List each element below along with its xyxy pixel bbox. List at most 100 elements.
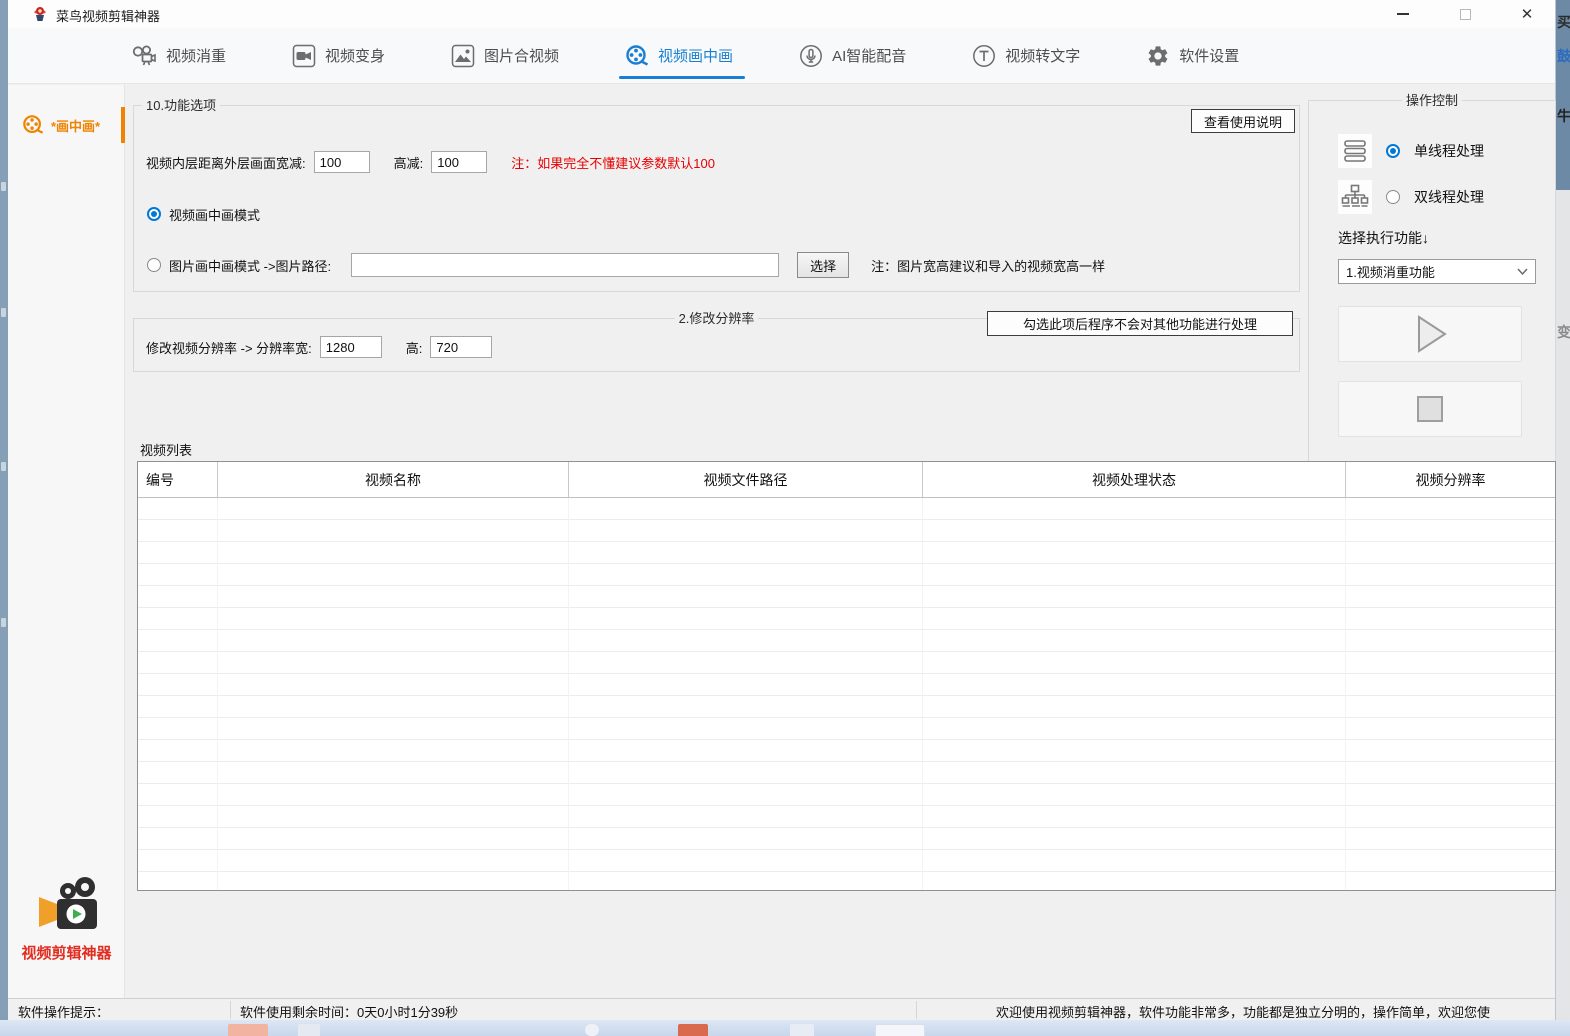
- resolution-height-label: 高:: [406, 338, 423, 357]
- group-title: 操作控制: [1402, 92, 1462, 109]
- table-cell: [218, 608, 569, 630]
- inner-margin-width-label: 视频内层距离外层画面宽减:: [146, 153, 306, 172]
- double-thread-radio[interactable]: [1386, 190, 1400, 204]
- function-options-group: 10.功能选项 查看使用说明 视频内层距离外层画面宽减: 高减: 注：如果完全不…: [133, 105, 1300, 292]
- tab-label: AI智能配音: [832, 45, 906, 66]
- table-row: [138, 762, 1555, 784]
- microphone-icon: [799, 44, 823, 68]
- edge-text-fragment: 变: [1557, 322, 1570, 342]
- table-row: [138, 696, 1555, 718]
- height-reduce-input[interactable]: [431, 151, 487, 173]
- column-header[interactable]: 视频文件路径: [569, 462, 923, 497]
- table-cell: [569, 520, 923, 542]
- table-cell: [569, 872, 923, 891]
- tab-ai-dubbing[interactable]: AI智能配音: [795, 28, 910, 83]
- desktop-icon-fragment: [1, 182, 6, 191]
- stop-button[interactable]: [1338, 381, 1522, 437]
- maximize-button[interactable]: [1443, 0, 1487, 28]
- edge-text-fragment: 鼓: [1557, 46, 1570, 66]
- tab-video-to-text[interactable]: 视频转文字: [968, 28, 1084, 83]
- column-header[interactable]: 编号: [138, 462, 218, 497]
- table-header: 编号视频名称视频文件路径视频处理状态视频分辨率: [138, 462, 1555, 498]
- status-separator: [916, 1001, 917, 1019]
- minimize-button[interactable]: [1381, 0, 1425, 28]
- app-logo-icon: [32, 6, 48, 22]
- table-cell: [218, 740, 569, 762]
- screen: 买 鼓 牛 变 菜鸟视频剪辑神器 ✕: [0, 0, 1570, 1036]
- table-cell: [923, 696, 1346, 718]
- table-cell: [218, 586, 569, 608]
- group-title: 2.修改分辨率: [675, 310, 759, 327]
- close-icon: ✕: [1521, 7, 1534, 22]
- table-row: [138, 872, 1555, 891]
- sidebar-item-label: *画中画*: [51, 116, 100, 135]
- table-cell: [569, 828, 923, 850]
- table-row: [138, 806, 1555, 828]
- resolution-height-input[interactable]: [430, 336, 492, 358]
- table-row: [138, 652, 1555, 674]
- taskbar-item[interactable]: [585, 1024, 599, 1036]
- table-cell: [1346, 652, 1555, 674]
- double-thread-label: 双线程处理: [1414, 187, 1484, 207]
- tab-picture-in-picture[interactable]: 视频画中画: [621, 28, 737, 83]
- exclusive-mode-button[interactable]: 勾选此项后程序不会对其他功能进行处理: [987, 311, 1293, 336]
- table-cell: [923, 542, 1346, 564]
- taskbar-item[interactable]: [875, 1024, 925, 1036]
- browse-button[interactable]: 选择: [797, 252, 849, 278]
- taskbar-item[interactable]: [298, 1024, 320, 1036]
- desktop-icon-fragment: [1, 618, 6, 627]
- table-cell: [218, 520, 569, 542]
- table-cell: [1346, 872, 1555, 891]
- table-cell: [569, 652, 923, 674]
- taskbar-item[interactable]: [228, 1024, 268, 1036]
- table-cell: [1346, 850, 1555, 872]
- select-function-label: 选择执行功能↓: [1338, 228, 1429, 248]
- video-pip-mode-radio[interactable]: [147, 207, 161, 221]
- tab-settings[interactable]: 软件设置: [1142, 28, 1243, 83]
- welcome-message: 欢迎使用视频剪辑神器，软件功能非常多，功能都是独立分明的，操作简单，欢迎您使: [996, 1002, 1490, 1021]
- operation-control-panel: 操作控制 单线程处理: [1308, 100, 1556, 515]
- tab-video-dedup[interactable]: 视频消重: [127, 28, 230, 83]
- group-title: 10.功能选项: [142, 97, 220, 114]
- desktop-edge-right: 买 鼓 牛 变: [1556, 0, 1570, 1036]
- table-row: [138, 630, 1555, 652]
- start-button[interactable]: [1338, 306, 1522, 362]
- table-cell: [1346, 696, 1555, 718]
- table-cell: [923, 630, 1346, 652]
- table-cell: [569, 608, 923, 630]
- close-button[interactable]: ✕: [1505, 0, 1549, 28]
- column-header[interactable]: 视频处理状态: [923, 462, 1346, 497]
- table-row: [138, 718, 1555, 740]
- sidebar-item-pip[interactable]: *画中画*: [8, 105, 125, 145]
- resolution-group: 2.修改分辨率 勾选此项后程序不会对其他功能进行处理 修改视频分辨率 -> 分辨…: [133, 318, 1300, 372]
- image-pip-mode-radio[interactable]: [147, 258, 161, 272]
- taskbar[interactable]: [0, 1020, 1570, 1036]
- tab-label: 视频消重: [166, 45, 226, 66]
- table-cell: [569, 674, 923, 696]
- single-thread-label: 单线程处理: [1414, 141, 1484, 161]
- tab-image-to-video[interactable]: 图片合视频: [447, 28, 563, 83]
- table-cell: [923, 872, 1346, 891]
- single-thread-radio[interactable]: [1386, 144, 1400, 158]
- table-cell: [569, 784, 923, 806]
- resolution-width-input[interactable]: [320, 336, 382, 358]
- function-select[interactable]: 1.视频消重功能: [1338, 259, 1536, 284]
- table-body: [138, 498, 1555, 891]
- view-instructions-button[interactable]: 查看使用说明: [1191, 109, 1295, 133]
- table-row: [138, 674, 1555, 696]
- width-reduce-input[interactable]: [314, 151, 370, 173]
- taskbar-item[interactable]: [790, 1024, 814, 1036]
- tab-label: 视频变身: [325, 45, 385, 66]
- column-header[interactable]: 视频分辨率: [1346, 462, 1555, 497]
- tab-label: 视频画中画: [658, 45, 733, 66]
- table-cell: [569, 564, 923, 586]
- video-pip-mode-label: 视频画中画模式: [169, 205, 260, 224]
- image-path-input[interactable]: [351, 253, 779, 277]
- desktop-edge-left: [0, 0, 8, 1020]
- taskbar-item[interactable]: [678, 1024, 708, 1036]
- column-header[interactable]: 视频名称: [218, 462, 569, 497]
- table-cell: [218, 652, 569, 674]
- video-list-table[interactable]: 编号视频名称视频文件路径视频处理状态视频分辨率: [137, 461, 1556, 891]
- tab-video-transform[interactable]: 视频变身: [288, 28, 389, 83]
- window-title: 菜鸟视频剪辑神器: [56, 6, 160, 25]
